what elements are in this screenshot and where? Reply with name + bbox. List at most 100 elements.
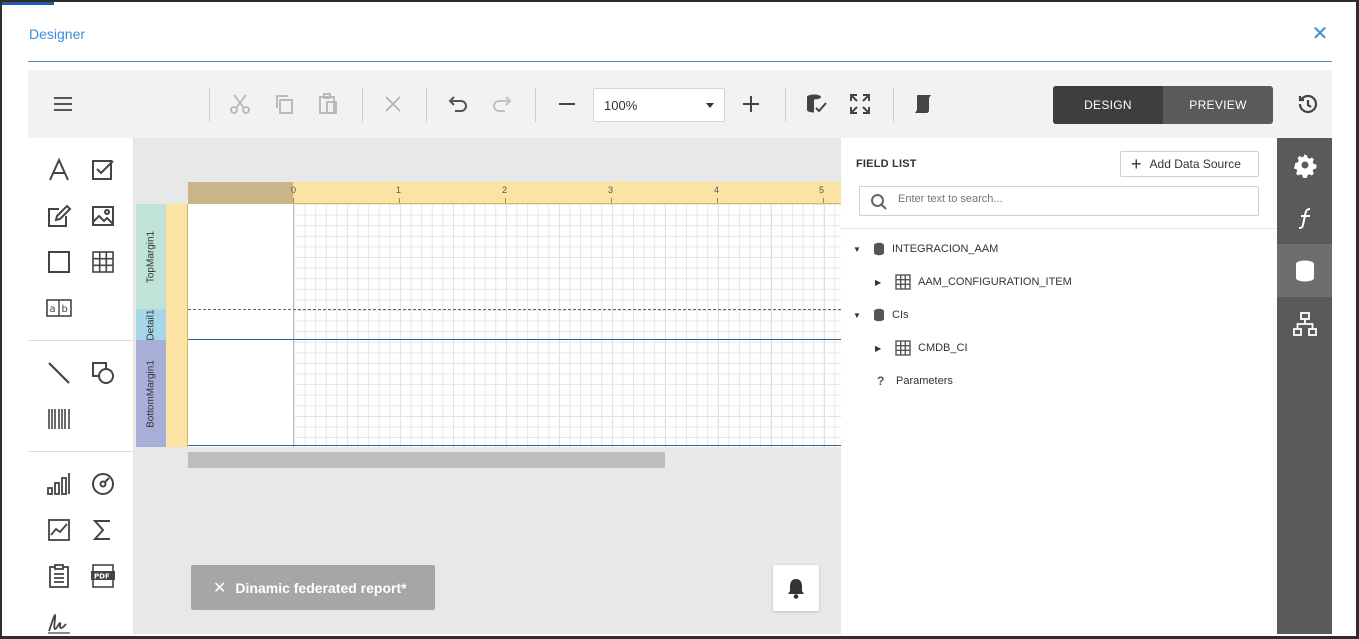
tree-node-table[interactable]: ▶ AAM_CONFIGURATION_ITEM bbox=[875, 273, 1072, 291]
report-tab[interactable]: ✕ Dinamic federated report* bbox=[191, 565, 435, 610]
design-button[interactable]: DESIGN bbox=[1053, 86, 1163, 124]
signature-icon[interactable] bbox=[44, 607, 74, 636]
preview-button[interactable]: PREVIEW bbox=[1163, 86, 1273, 124]
tree-node-parameters[interactable]: ? Parameters bbox=[877, 372, 953, 390]
svg-text:PDF: PDF bbox=[94, 573, 110, 581]
table-icon[interactable] bbox=[88, 247, 118, 277]
paste-icon[interactable] bbox=[314, 90, 342, 118]
report-explorer-tab[interactable] bbox=[1277, 297, 1332, 350]
pdf-content-icon[interactable]: PDF bbox=[88, 561, 118, 591]
picture-icon[interactable] bbox=[88, 201, 118, 231]
band-boundary bbox=[188, 445, 841, 446]
menu-icon[interactable] bbox=[49, 90, 77, 118]
ruler-label: 2 bbox=[502, 185, 508, 195]
function-icon bbox=[1298, 207, 1310, 229]
bell-icon bbox=[788, 579, 804, 599]
field-list-panel: FIELD LIST + Add Data Source ▼ INTEGRACI… bbox=[841, 138, 1277, 634]
vertical-ruler bbox=[166, 204, 188, 447]
toolbox: ab PDF bbox=[28, 138, 134, 634]
toolbar-separator bbox=[785, 88, 786, 122]
search-icon bbox=[870, 193, 888, 216]
zoom-select[interactable]: 100% bbox=[593, 88, 725, 122]
band-boundary bbox=[188, 309, 841, 310]
band-label: TopMargin1 bbox=[145, 230, 157, 283]
history-icon[interactable] bbox=[1294, 90, 1322, 118]
table-of-contents-icon[interactable] bbox=[44, 561, 74, 591]
band-label: BottomMargin1 bbox=[145, 359, 157, 428]
sparkline-icon[interactable] bbox=[44, 515, 74, 545]
character-comb-icon[interactable]: ab bbox=[44, 293, 74, 323]
ruler-label: 5 bbox=[819, 185, 825, 195]
add-data-source-label: Add Data Source bbox=[1149, 157, 1241, 171]
design-canvas[interactable]: 0 1 2 3 4 5 TopMargin1 Detail1 BottomMar… bbox=[134, 138, 841, 634]
chevron-down-icon bbox=[706, 103, 714, 108]
ruler-margin bbox=[188, 182, 293, 204]
ruler-tick bbox=[399, 198, 400, 203]
designer-dialog: Designer ✕ 100% DESIGN PREVIEW a b PDF 0… bbox=[2, 2, 1356, 636]
line-icon[interactable] bbox=[44, 358, 74, 388]
title-divider bbox=[28, 61, 1332, 62]
report-tab-label: Dinamic federated report* bbox=[235, 579, 407, 596]
chart-icon[interactable] bbox=[44, 469, 74, 499]
toolbar-separator bbox=[535, 88, 536, 122]
tree-node-label: CMDB_CI bbox=[918, 342, 968, 354]
cut-icon[interactable] bbox=[226, 90, 254, 118]
notifications-button[interactable] bbox=[773, 565, 819, 611]
delete-icon[interactable] bbox=[379, 90, 407, 118]
horizontal-scrollbar[interactable] bbox=[188, 452, 665, 468]
properties-tab[interactable] bbox=[1277, 138, 1332, 191]
field-list-title: FIELD LIST bbox=[856, 158, 917, 170]
toolbar-separator bbox=[209, 88, 210, 122]
label-icon[interactable] bbox=[44, 155, 74, 185]
search-input[interactable] bbox=[898, 193, 1248, 205]
fullscreen-icon[interactable] bbox=[846, 90, 874, 118]
zoom-in-icon[interactable] bbox=[737, 90, 765, 118]
panel-icon[interactable] bbox=[44, 247, 74, 277]
band-top-margin[interactable]: TopMargin1 bbox=[136, 204, 166, 309]
expressions-tab[interactable] bbox=[1277, 191, 1332, 244]
report-surface[interactable] bbox=[188, 204, 841, 447]
gauge-icon[interactable] bbox=[88, 469, 118, 499]
undo-icon[interactable] bbox=[444, 90, 472, 118]
question-icon: ? bbox=[877, 374, 885, 388]
collapsed-arrow-icon[interactable]: ▶ bbox=[875, 344, 883, 353]
toolbar-separator bbox=[426, 88, 427, 122]
toolbar-separator bbox=[893, 88, 894, 122]
add-data-source-button[interactable]: + Add Data Source bbox=[1120, 151, 1259, 177]
checkbox-icon[interactable] bbox=[88, 155, 118, 185]
copy-icon[interactable] bbox=[270, 90, 298, 118]
table-icon bbox=[895, 274, 911, 290]
tree-node-table[interactable]: ▶ CMDB_CI bbox=[875, 339, 968, 357]
zoom-out-icon[interactable] bbox=[553, 90, 581, 118]
mode-switch: DESIGN PREVIEW bbox=[1053, 86, 1273, 124]
ruler-tick bbox=[611, 198, 612, 203]
band-detail[interactable]: Detail1 bbox=[136, 309, 166, 340]
expanded-arrow-icon[interactable]: ▼ bbox=[853, 311, 861, 320]
tree-node-label: AAM_CONFIGURATION_ITEM bbox=[918, 276, 1072, 288]
svg-text:a: a bbox=[50, 304, 56, 315]
sitemap-icon bbox=[1292, 311, 1317, 336]
collapsed-arrow-icon[interactable]: ▶ bbox=[875, 278, 883, 287]
expanded-arrow-icon[interactable]: ▼ bbox=[853, 245, 861, 254]
summary-icon[interactable] bbox=[88, 515, 118, 545]
plus-icon: + bbox=[1131, 154, 1142, 174]
field-list-tab[interactable] bbox=[1277, 244, 1332, 297]
script-icon[interactable] bbox=[910, 90, 938, 118]
field-list-divider bbox=[841, 228, 1277, 229]
toolbar-separator bbox=[362, 88, 363, 122]
band-bottom-margin[interactable]: BottomMargin1 bbox=[136, 340, 166, 447]
ruler-label: 4 bbox=[714, 185, 720, 195]
rich-text-icon[interactable] bbox=[44, 201, 74, 231]
toolbar: 100% DESIGN PREVIEW bbox=[28, 70, 1332, 138]
tree-node-datasource[interactable]: ▼ INTEGRACION_AAM bbox=[853, 240, 998, 258]
barcode-icon[interactable] bbox=[44, 404, 74, 434]
shape-icon[interactable] bbox=[88, 358, 118, 388]
validate-bindings-icon[interactable] bbox=[802, 90, 830, 118]
database-icon bbox=[873, 242, 885, 256]
tree-node-datasource[interactable]: ▼ CIs bbox=[853, 306, 909, 324]
right-tab-rail bbox=[1277, 138, 1332, 634]
close-icon[interactable]: ✕ bbox=[1308, 22, 1332, 46]
tree-node-label: INTEGRACION_AAM bbox=[892, 243, 999, 255]
close-icon[interactable]: ✕ bbox=[213, 578, 226, 598]
redo-icon[interactable] bbox=[488, 90, 516, 118]
